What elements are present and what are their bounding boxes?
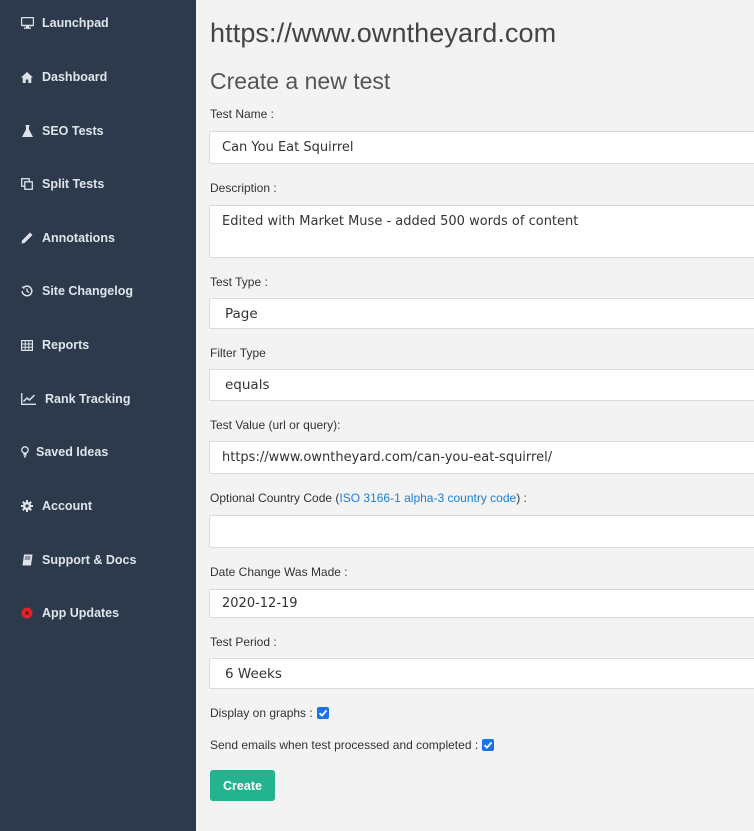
test-name-label: Test Name : (210, 107, 275, 121)
sidebar-item-site-changelog[interactable]: Site Changelog (20, 280, 133, 302)
sidebar-item-rank-tracking[interactable]: Rank Tracking (20, 388, 130, 410)
sidebar-item-annotations[interactable]: Annotations (20, 227, 115, 249)
lightbulb-icon (20, 445, 30, 459)
sidebar-item-label: Dashboard (42, 70, 108, 84)
test-value-input[interactable]: https://www.owntheyard.com/can-you-eat-s… (209, 441, 754, 474)
display-on-graphs-checkbox[interactable] (316, 707, 329, 719)
monitor-icon (20, 16, 34, 30)
test-name-input[interactable]: Can You Eat Squirrel (209, 131, 754, 164)
sidebar-item-seo-tests[interactable]: SEO Tests (20, 120, 104, 142)
test-period-label: Test Period : (210, 635, 277, 649)
sidebar: Launchpad Dashboard SEO Tests Split Test… (0, 0, 196, 831)
test-period-select[interactable]: 6 Weeks (209, 658, 754, 689)
form-title: Create a new test (210, 68, 391, 94)
sidebar-item-launchpad[interactable]: Launchpad (20, 12, 109, 34)
checkmark-icon (318, 709, 328, 717)
gear-icon (20, 499, 34, 513)
sidebar-item-label: Split Tests (42, 177, 105, 191)
sidebar-item-label: Launchpad (42, 16, 109, 30)
country-code-input[interactable] (209, 515, 754, 548)
sidebar-item-label: Saved Ideas (36, 445, 109, 459)
table-icon (20, 338, 34, 352)
sidebar-item-label: App Updates (42, 606, 120, 620)
sidebar-item-split-tests[interactable]: Split Tests (20, 173, 104, 195)
sidebar-item-label: SEO Tests (42, 124, 104, 138)
sidebar-item-label: Annotations (42, 231, 115, 245)
send-emails-checkbox[interactable] (482, 739, 495, 751)
country-code-label-suffix: ) : (516, 491, 527, 505)
pencil-icon (20, 231, 34, 245)
country-code-label-prefix: Optional Country Code ( (210, 491, 340, 505)
test-value-label: Test Value (url or query): (210, 418, 341, 432)
home-icon (20, 70, 34, 84)
send-emails-label: Send emails when test processed and comp… (210, 738, 479, 752)
sidebar-item-dashboard[interactable]: Dashboard (20, 66, 107, 88)
history-icon (20, 284, 34, 298)
send-emails-row: Send emails when test processed and comp… (210, 738, 495, 752)
iso-country-code-link[interactable]: ISO 3166-1 alpha-3 country code (339, 491, 516, 505)
sidebar-item-account[interactable]: Account (20, 495, 92, 517)
sidebar-item-app-updates[interactable]: App Updates (20, 602, 119, 624)
description-label: Description : (210, 181, 277, 195)
line-chart-icon (20, 392, 37, 406)
test-type-select[interactable]: Page (209, 298, 754, 329)
book-icon (20, 553, 34, 567)
sidebar-item-support-docs[interactable]: Support & Docs (20, 549, 136, 571)
copy-icon (20, 177, 34, 191)
page-title: https://www.owntheyard.com (210, 18, 557, 48)
date-change-label: Date Change Was Made : (210, 565, 348, 579)
display-on-graphs-row: Display on graphs : (210, 706, 329, 720)
main-content: https://www.owntheyard.com Create a new … (196, 0, 754, 831)
description-textarea[interactable]: Edited with Market Muse - added 500 word… (209, 205, 754, 258)
notification-dot-icon (20, 606, 34, 620)
sidebar-item-label: Reports (42, 338, 90, 352)
sidebar-item-label: Rank Tracking (45, 392, 131, 406)
country-code-label: Optional Country Code (ISO 3166-1 alpha-… (210, 491, 527, 505)
filter-type-label: Filter Type (210, 346, 266, 360)
filter-type-select[interactable]: equals (209, 369, 754, 401)
display-on-graphs-label: Display on graphs : (210, 706, 313, 720)
sidebar-item-saved-ideas[interactable]: Saved Ideas (20, 441, 108, 463)
sidebar-item-label: Account (42, 499, 92, 513)
date-change-input[interactable]: 2020-12-19 (209, 589, 754, 618)
sidebar-item-label: Support & Docs (42, 553, 137, 567)
checkmark-icon (484, 741, 493, 749)
test-type-label: Test Type : (210, 275, 268, 289)
sidebar-item-reports[interactable]: Reports (20, 334, 89, 356)
flask-icon (20, 124, 34, 138)
create-button[interactable]: Create (210, 770, 275, 801)
sidebar-item-label: Site Changelog (42, 284, 133, 298)
